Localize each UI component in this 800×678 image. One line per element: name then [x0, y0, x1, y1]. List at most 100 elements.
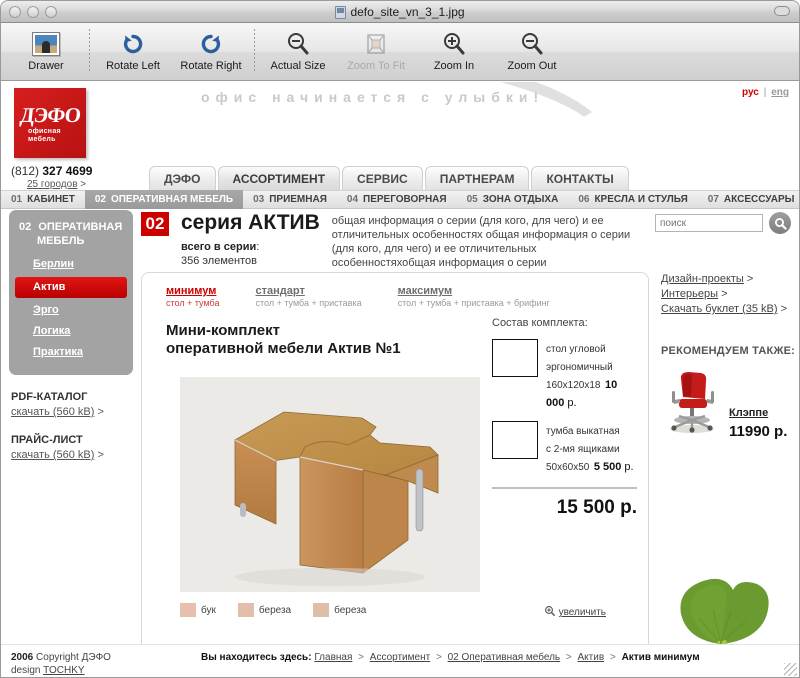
breadcrumb-item-aktiv[interactable]: Актив	[578, 652, 605, 663]
site-tagline: офис начинается с улыбки!	[201, 89, 545, 105]
variant-title-maximum[interactable]: максимум	[398, 285, 550, 297]
leaf-decoration	[669, 566, 781, 654]
main-nav-tab-defo[interactable]: ДЭФО	[149, 166, 216, 190]
right-link-design-projects-text[interactable]: Дизайн-проекты	[661, 273, 744, 285]
breadcrumb-item-assortiment[interactable]: Ассортимент	[370, 652, 430, 663]
price-list-download-link[interactable]: скачать (560 kB)	[11, 449, 94, 461]
right-link-booklet-text[interactable]: Скачать буклет (35 kB)	[661, 303, 778, 315]
actual-size-icon	[285, 29, 311, 59]
search-input[interactable]	[655, 214, 763, 232]
sidebar-heading-line1: ОПЕРАТИВНАЯ	[38, 221, 123, 233]
main-nav-tab-assortment[interactable]: АССОРТИМЕНТ	[217, 166, 341, 190]
pdf-catalog-download-link[interactable]: скачать (560 kB)	[11, 406, 94, 418]
composition-thumb-pedestal[interactable]	[492, 421, 538, 459]
lang-ru[interactable]: рус	[742, 87, 759, 98]
right-link-interiors-text[interactable]: Интерьеры	[661, 288, 718, 300]
variant-tab-maximum[interactable]: максимум стол + тумба + приставка + бриф…	[398, 285, 550, 308]
composition-item-pedestal: тумба выкатная с 2-мя ящиками 50x60x50 5…	[492, 421, 637, 475]
site-body: 02 ОПЕРАТИВНАЯ МЕБЕЛЬ Берлин Актив Эрго …	[1, 210, 799, 677]
toolbar-label-zoom-to-fit: Zoom To Fit	[347, 60, 405, 72]
subnav-num-04: 04	[346, 194, 359, 205]
language-switcher[interactable]: рус | eng	[742, 87, 789, 98]
swatch-color-bereza-2	[313, 603, 330, 617]
swatch-label-bereza-2: береза	[334, 604, 367, 616]
swatch-color-bereza-1	[237, 603, 254, 617]
recommend-chair-image[interactable]	[661, 369, 723, 440]
variant-title-minimum[interactable]: минимум	[166, 285, 220, 297]
subnav-item-03-priemnaya[interactable]: 03 ПРИЕМНАЯ	[243, 190, 337, 209]
toolbar-button-zoom-in[interactable]: Zoom In	[415, 27, 493, 72]
copyright-year: 2006	[11, 652, 34, 663]
window-resize-handle[interactable]	[784, 663, 797, 676]
lang-en[interactable]: eng	[771, 87, 789, 98]
subnav-item-05-zona-otdyha[interactable]: 05 ЗОНА ОТДЫХА	[457, 190, 569, 209]
site-logo[interactable]: ДЭФО офисная мебель	[14, 88, 86, 158]
swatch-label-buk: бук	[201, 604, 216, 616]
sidebar-item-logika[interactable]: Логика	[9, 321, 133, 342]
recommend-info: Клэппе 11990 р.	[729, 403, 787, 440]
toolbar-button-zoom-out[interactable]: Zoom Out	[493, 27, 571, 72]
toolbar-toggle-button[interactable]	[774, 6, 790, 16]
breadcrumb-item-operativnaya-mebel[interactable]: 02 Оперативная мебель	[448, 652, 561, 663]
recommend-name[interactable]: Клэппе	[729, 407, 768, 419]
price-list-download[interactable]: скачать (560 kB) >	[11, 449, 133, 461]
subnav-item-06-kresla-i-stulya[interactable]: 06 КРЕСЛА И СТУЛЬЯ	[568, 190, 697, 209]
swatch-buk[interactable]: бук	[180, 603, 216, 617]
pdf-catalog-download[interactable]: скачать (560 kB) >	[11, 406, 133, 418]
breadcrumb-sep-2: >	[435, 652, 442, 663]
logo-wordmark: ДЭФО	[18, 103, 82, 127]
toolbar-button-actual-size[interactable]: Actual Size	[259, 27, 337, 72]
sidebar-item-ergo[interactable]: Эрго	[9, 300, 133, 321]
composition-text-pedestal: тумба выкатная с 2-мя ящиками 50x60x50 5…	[546, 421, 634, 475]
swatch-bereza-1[interactable]: береза	[237, 603, 292, 617]
cities-link-text[interactable]: 25 городов	[27, 179, 78, 190]
subnav-item-02-operativnaya-mebel[interactable]: 02 ОПЕРАТИВНАЯ МЕБЕЛЬ	[84, 190, 244, 209]
breadcrumb: Вы находитесь здесь: Главная > Ассортиме…	[201, 652, 700, 663]
composition-thumb-desk[interactable]	[492, 339, 538, 377]
window-titlebar[interactable]: defo_site_vn_3_1.jpg	[1, 1, 799, 23]
phone-area-code: (812)	[11, 164, 40, 178]
right-link-design-projects[interactable]: Дизайн-проекты >	[661, 272, 799, 287]
website-screenshot: ДЭФО офисная мебель (812) 327 4699 25 го…	[1, 82, 799, 677]
toolbar-button-zoom-to-fit[interactable]: Zoom To Fit	[337, 27, 415, 72]
sidebar-panel: 02 ОПЕРАТИВНАЯ МЕБЕЛЬ Берлин Актив Эрго …	[9, 210, 133, 375]
series-description: общая информация о серии (для кого, для …	[331, 215, 631, 269]
cities-link[interactable]: 25 городов >	[27, 179, 86, 190]
design-studio-link[interactable]: TOCHKY	[43, 665, 85, 676]
site-header: ДЭФО офисная мебель (812) 327 4699 25 го…	[1, 82, 799, 190]
page-title: серия АКТИВ	[181, 211, 320, 234]
subnav-label-03: ПРИЕМНАЯ	[269, 194, 327, 205]
composition-heading: Состав комплекта:	[492, 317, 588, 329]
main-nav-tab-service[interactable]: СЕРВИС	[342, 166, 423, 190]
main-nav-tab-partners[interactable]: ПАРТНЕРАМ	[424, 166, 530, 190]
main-nav-tab-contacts[interactable]: КОНТАКТЫ	[531, 166, 629, 190]
subnav-item-07-aksessuary[interactable]: 07 АКСЕССУАРЫ	[698, 190, 799, 209]
sidebar-item-berlin[interactable]: Берлин	[9, 254, 133, 275]
search-button[interactable]	[769, 212, 791, 234]
enlarge-link-text[interactable]: увеличить	[559, 607, 606, 618]
subnav-item-04-peregovornaya[interactable]: 04 ПЕРЕГОВОРНАЯ	[337, 190, 457, 209]
toolbar-button-rotate-left[interactable]: Rotate Left	[94, 27, 172, 72]
recommend-heading: РЕКОМЕНДУЕМ ТАКЖЕ:	[661, 345, 795, 357]
sidebar-item-aktiv[interactable]: Актив	[15, 277, 127, 298]
logo-tagline-2: мебель	[28, 136, 56, 143]
toolbar-label-rotate-right: Rotate Right	[180, 60, 242, 72]
right-link-interiors[interactable]: Интерьеры >	[661, 287, 799, 302]
breadcrumb-item-glavnaya[interactable]: Главная	[314, 652, 352, 663]
series-total-value: 356 элементов	[181, 255, 257, 267]
right-link-booklet[interactable]: Скачать буклет (35 kB) >	[661, 302, 799, 317]
swatch-label-bereza-1: береза	[258, 604, 292, 616]
swatch-bereza-2[interactable]: береза	[313, 603, 366, 617]
toolbar-button-drawer[interactable]: Drawer	[7, 27, 85, 72]
toolbar-button-rotate-right[interactable]: Rotate Right	[172, 27, 250, 72]
variant-tab-standard[interactable]: стандарт стол + тумба + приставка	[256, 285, 362, 308]
subnav-item-01-kabinet[interactable]: 01 КАБИНЕТ	[1, 190, 85, 209]
logo-tagline-1: офисная	[28, 128, 61, 135]
main-content: 02 серия АКТИВ всего в серии: 356 элемен…	[141, 210, 795, 667]
enlarge-link[interactable]: увеличить	[544, 605, 606, 620]
sidebar-item-praktika[interactable]: Практика	[9, 342, 133, 363]
recommend-product[interactable]: Клэппе 11990 р.	[661, 369, 799, 440]
product-image[interactable]	[180, 377, 480, 592]
variant-title-standard[interactable]: стандарт	[256, 285, 362, 297]
variant-tab-minimum[interactable]: минимум стол + тумба	[166, 285, 220, 308]
